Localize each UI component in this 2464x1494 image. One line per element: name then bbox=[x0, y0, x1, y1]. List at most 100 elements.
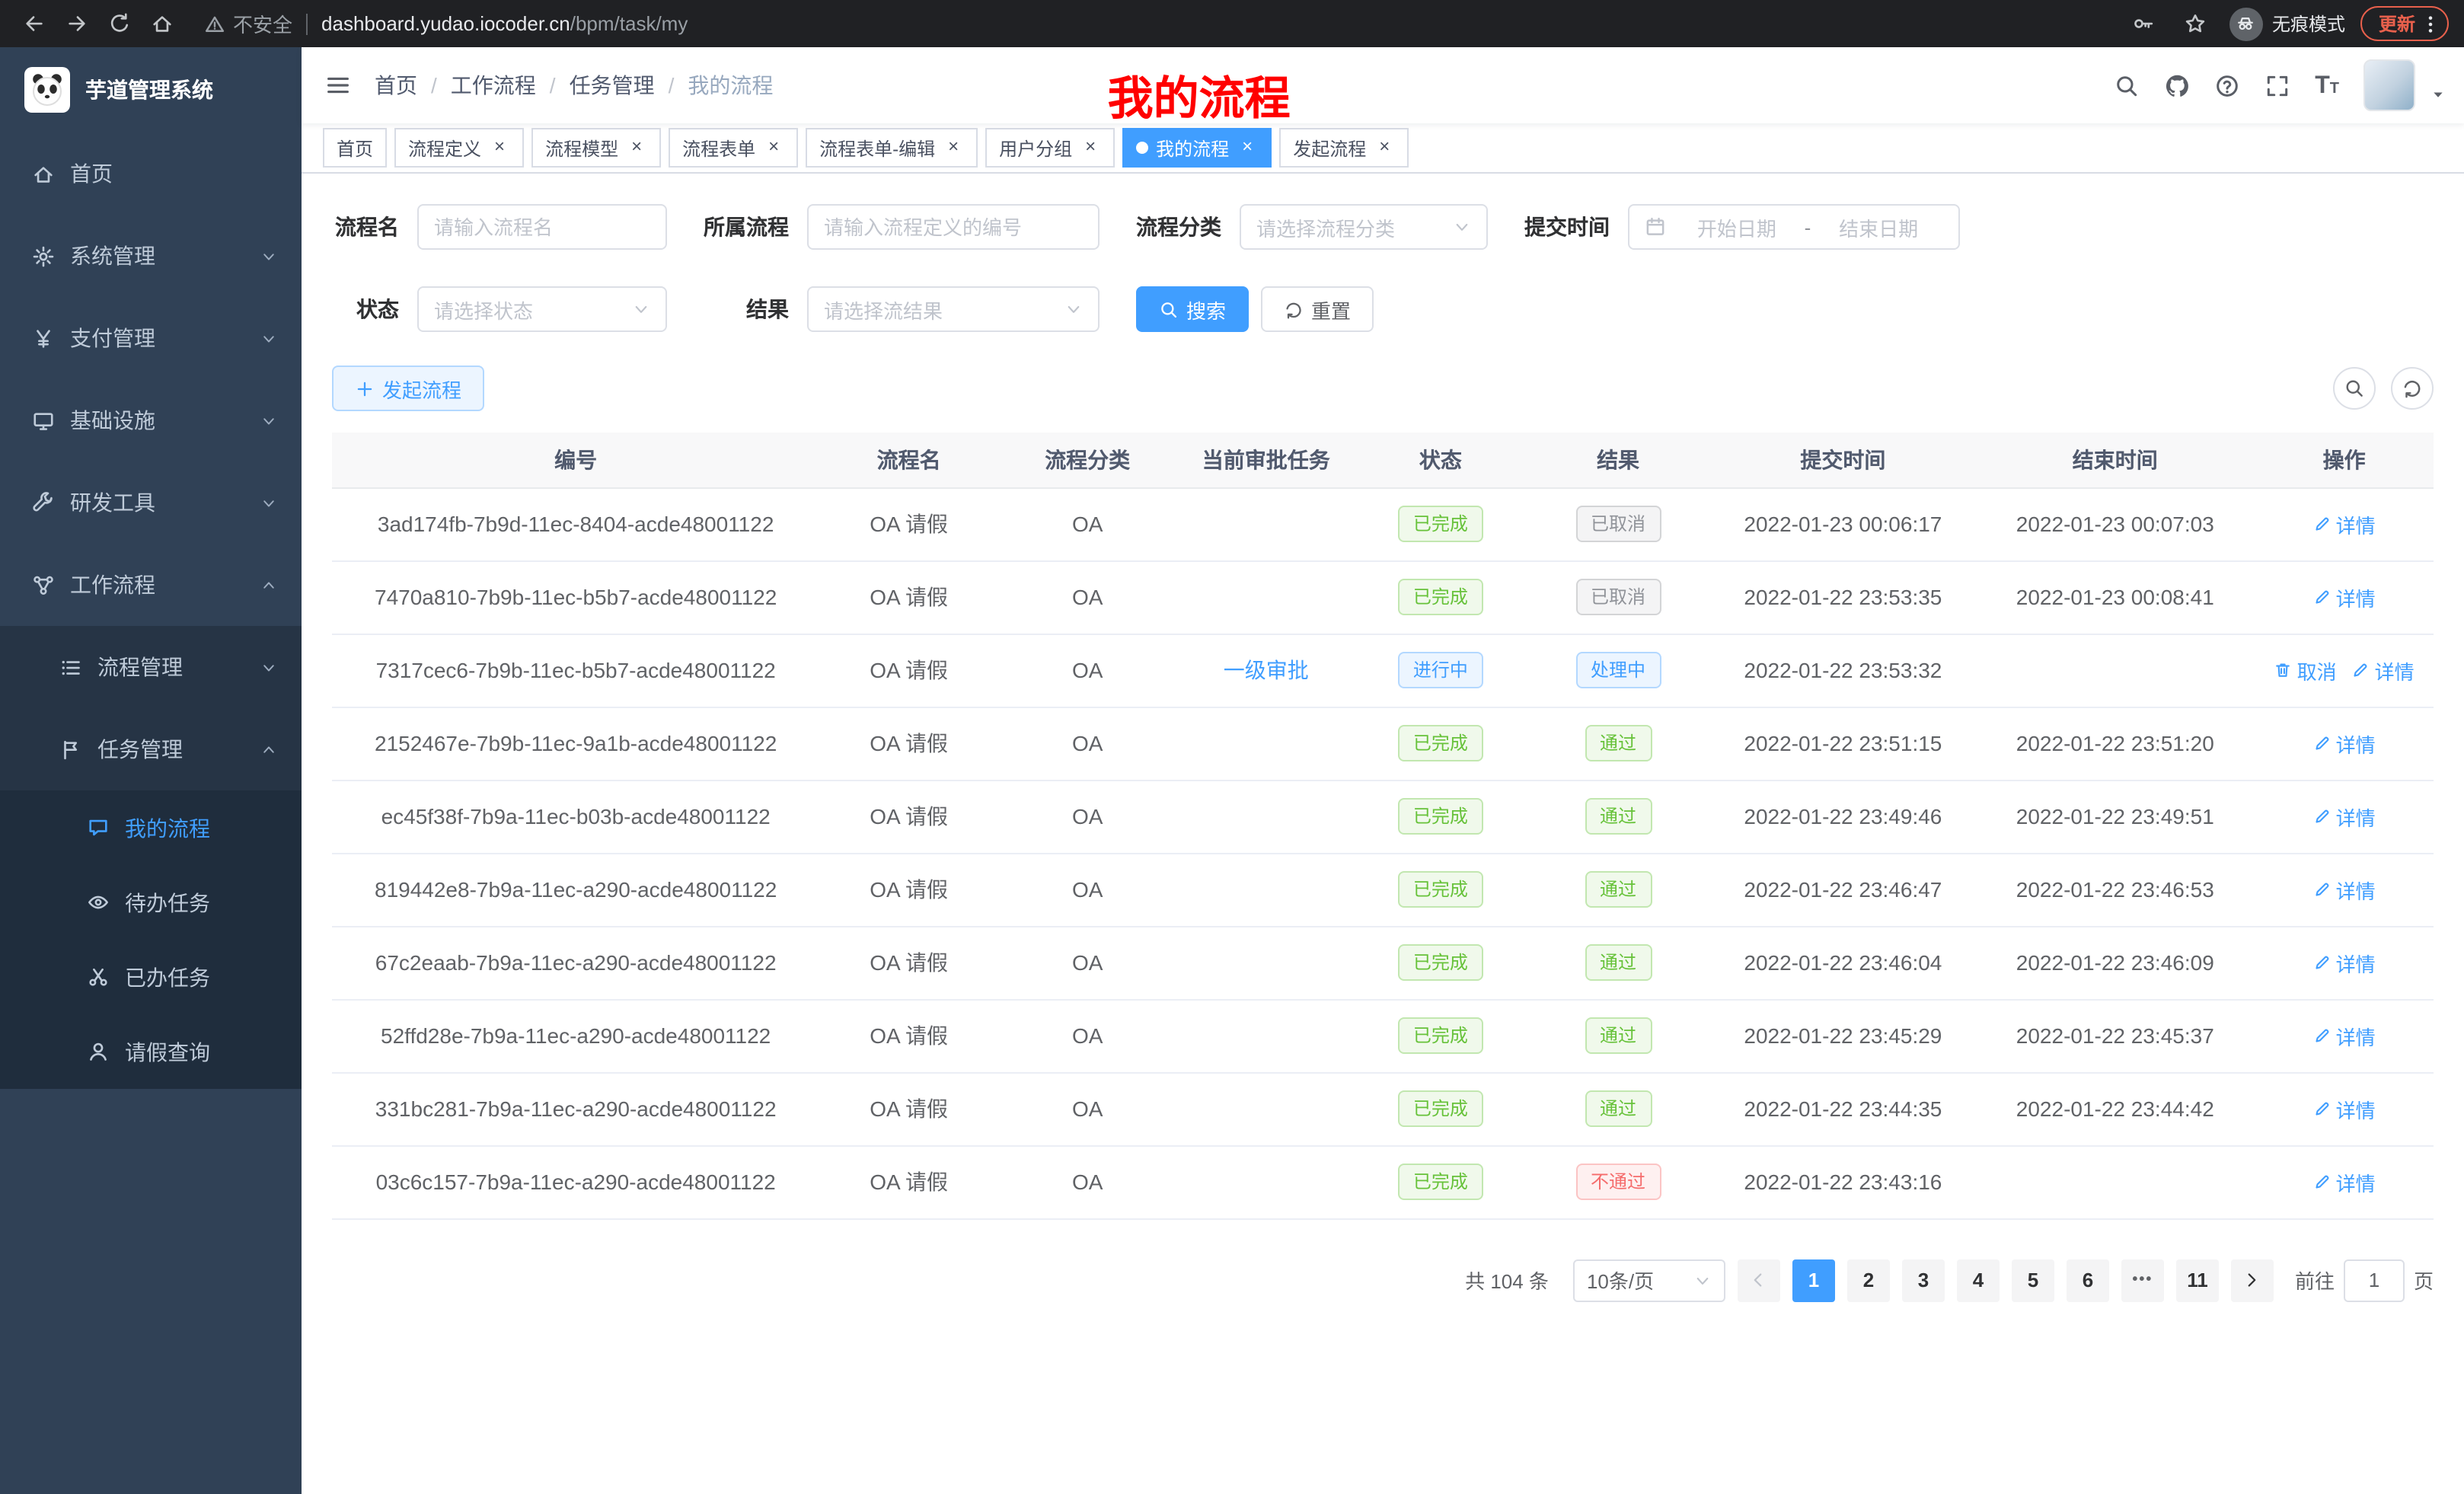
process-definition-input[interactable] bbox=[807, 204, 1100, 250]
sidebar-item-my-process[interactable]: 我的流程 bbox=[0, 790, 302, 865]
tab-item[interactable]: 流程表单× bbox=[669, 128, 798, 168]
submit-time-range[interactable]: 开始日期 - 结束日期 bbox=[1628, 204, 1960, 250]
tab-item[interactable]: 流程表单-编辑× bbox=[806, 128, 978, 168]
pagination-page-1[interactable]: 1 bbox=[1792, 1259, 1835, 1301]
pagination-page-4[interactable]: 4 bbox=[1957, 1259, 2000, 1301]
tab-close-icon[interactable]: × bbox=[943, 137, 964, 158]
sidebar-item-task-mgmt[interactable]: 任务管理 bbox=[0, 708, 302, 790]
cell-result: 通过 bbox=[1526, 853, 1711, 926]
detail-link[interactable]: 详情 bbox=[2313, 948, 2376, 977]
sidebar-item-payment[interactable]: 支付管理 bbox=[0, 297, 302, 379]
not-secure-icon[interactable] bbox=[204, 13, 225, 34]
content: 流程名 所属流程 流程分类 请选择流程分类 bbox=[302, 174, 2464, 1494]
tab-close-icon[interactable]: × bbox=[1080, 137, 1101, 158]
fullscreen-icon[interactable] bbox=[2265, 72, 2290, 98]
cancel-link[interactable]: 取消 bbox=[2274, 656, 2337, 685]
cell-current-task bbox=[1177, 1072, 1356, 1145]
sidebar-item-home[interactable]: 首页 bbox=[0, 132, 302, 215]
detail-link[interactable]: 详情 bbox=[2313, 802, 2376, 831]
result-select[interactable]: 请选择流结果 bbox=[807, 286, 1100, 332]
edit-icon bbox=[2313, 1173, 2332, 1191]
filter-category: 流程分类 请选择流程分类 bbox=[1136, 204, 1488, 250]
pagination-page-5[interactable]: 5 bbox=[2012, 1259, 2054, 1301]
cell-process-name: OA 请假 bbox=[819, 634, 998, 707]
toggle-search-icon[interactable] bbox=[2333, 367, 2376, 410]
detail-link[interactable]: 详情 bbox=[2313, 583, 2376, 611]
active-tab-dot bbox=[1136, 142, 1148, 154]
tab-item[interactable]: 用户分组× bbox=[985, 128, 1115, 168]
detail-link[interactable]: 详情 bbox=[2313, 729, 2376, 758]
sidebar-item-workflow[interactable]: 工作流程 bbox=[0, 544, 302, 626]
tab-item[interactable]: 首页 bbox=[323, 128, 387, 168]
detail-link[interactable]: 详情 bbox=[2313, 509, 2376, 538]
breadcrumb-item[interactable]: 工作流程 bbox=[451, 70, 536, 101]
password-key-icon[interactable] bbox=[2126, 5, 2162, 42]
edit-icon bbox=[2313, 588, 2332, 606]
cell-status: 已完成 bbox=[1355, 926, 1526, 999]
current-task-link[interactable]: 一级审批 bbox=[1224, 658, 1309, 682]
tab-item[interactable]: 我的流程× bbox=[1122, 128, 1272, 168]
header-search-icon[interactable] bbox=[2114, 72, 2140, 98]
tab-item[interactable]: 发起流程× bbox=[1279, 128, 1409, 168]
detail-link[interactable]: 详情 bbox=[2313, 1021, 2376, 1050]
help-icon[interactable] bbox=[2214, 72, 2240, 98]
tab-close-icon[interactable]: × bbox=[763, 137, 784, 158]
status-select[interactable]: 请选择状态 bbox=[417, 286, 667, 332]
pagination-page-3[interactable]: 3 bbox=[1902, 1259, 1945, 1301]
reset-button[interactable]: 重置 bbox=[1261, 286, 1374, 332]
pagination-page-2[interactable]: 2 bbox=[1847, 1259, 1890, 1301]
sidebar-item-done-task[interactable]: 已办任务 bbox=[0, 940, 302, 1014]
sidebar-item-system[interactable]: 系统管理 bbox=[0, 215, 302, 297]
browser-back-icon[interactable] bbox=[15, 5, 52, 42]
sidebar-item-todo-task[interactable]: 待办任务 bbox=[0, 865, 302, 940]
search-button[interactable]: 搜索 bbox=[1136, 286, 1249, 332]
pagination-ellipsis[interactable]: ••• bbox=[2121, 1259, 2164, 1301]
browser-menu-icon[interactable] bbox=[2420, 13, 2441, 34]
app-logo[interactable]: 芋道管理系统 bbox=[0, 47, 302, 132]
pagination-page-6[interactable]: 6 bbox=[2067, 1259, 2109, 1301]
browser-forward-icon[interactable] bbox=[58, 5, 94, 42]
tab-close-icon[interactable]: × bbox=[626, 137, 647, 158]
font-size-icon[interactable]: TT bbox=[2315, 70, 2339, 101]
detail-link[interactable]: 详情 bbox=[2313, 1094, 2376, 1123]
create-process-button[interactable]: 发起流程 bbox=[332, 366, 484, 411]
process-definition-field[interactable] bbox=[824, 215, 1083, 238]
page-size-select[interactable]: 10条/页 bbox=[1573, 1259, 1725, 1301]
pagination-page-11[interactable]: 11 bbox=[2176, 1259, 2219, 1301]
breadcrumb-separator: / bbox=[669, 73, 675, 97]
filter-status: 状态 请选择状态 bbox=[332, 286, 667, 332]
tab-close-icon[interactable]: × bbox=[489, 137, 510, 158]
sidebar-item-process-mgmt[interactable]: 流程管理 bbox=[0, 626, 302, 708]
sidebar-toggle-icon[interactable] bbox=[302, 72, 375, 99]
table-refresh-icon[interactable] bbox=[2391, 367, 2434, 410]
screen: 不安全 dashboard.yudao.iocoder.cn/bpm/task/… bbox=[0, 0, 2464, 1494]
tab-close-icon[interactable]: × bbox=[1237, 137, 1258, 158]
tab-close-icon[interactable]: × bbox=[1374, 137, 1395, 158]
column-header: 编号 bbox=[332, 433, 819, 487]
sidebar-item-devtools[interactable]: 研发工具 bbox=[0, 461, 302, 544]
goto-page-input[interactable] bbox=[2344, 1259, 2405, 1301]
detail-link[interactable]: 详情 bbox=[2313, 1167, 2376, 1196]
pagination-next-button[interactable] bbox=[2231, 1259, 2274, 1301]
breadcrumb-item[interactable]: 任务管理 bbox=[570, 70, 655, 101]
address-bar[interactable]: 不安全 dashboard.yudao.iocoder.cn/bpm/task/… bbox=[204, 9, 2120, 38]
github-icon[interactable] bbox=[2164, 72, 2190, 98]
tab-item[interactable]: 流程定义× bbox=[394, 128, 524, 168]
sidebar-item-leave-query[interactable]: 请假查询 bbox=[0, 1014, 302, 1089]
pagination-prev-button[interactable] bbox=[1738, 1259, 1780, 1301]
breadcrumb-item[interactable]: 首页 bbox=[375, 70, 417, 101]
sidebar-item-infrastructure[interactable]: 基础设施 bbox=[0, 379, 302, 461]
category-select[interactable]: 请选择流程分类 bbox=[1240, 204, 1488, 250]
tab-item[interactable]: 流程模型× bbox=[531, 128, 661, 168]
browser-home-icon[interactable] bbox=[143, 5, 180, 42]
user-avatar[interactable] bbox=[2363, 59, 2415, 111]
detail-link[interactable]: 详情 bbox=[2313, 875, 2376, 904]
avatar-caret-icon[interactable] bbox=[2430, 87, 2446, 102]
update-button[interactable]: 更新 bbox=[2360, 6, 2449, 41]
detail-link[interactable]: 详情 bbox=[2352, 656, 2415, 685]
browser-reload-icon[interactable] bbox=[101, 5, 137, 42]
process-name-input[interactable] bbox=[417, 204, 667, 250]
chevron-down-icon bbox=[260, 494, 277, 511]
process-name-field[interactable] bbox=[434, 215, 650, 238]
bookmark-star-icon[interactable] bbox=[2178, 5, 2214, 42]
